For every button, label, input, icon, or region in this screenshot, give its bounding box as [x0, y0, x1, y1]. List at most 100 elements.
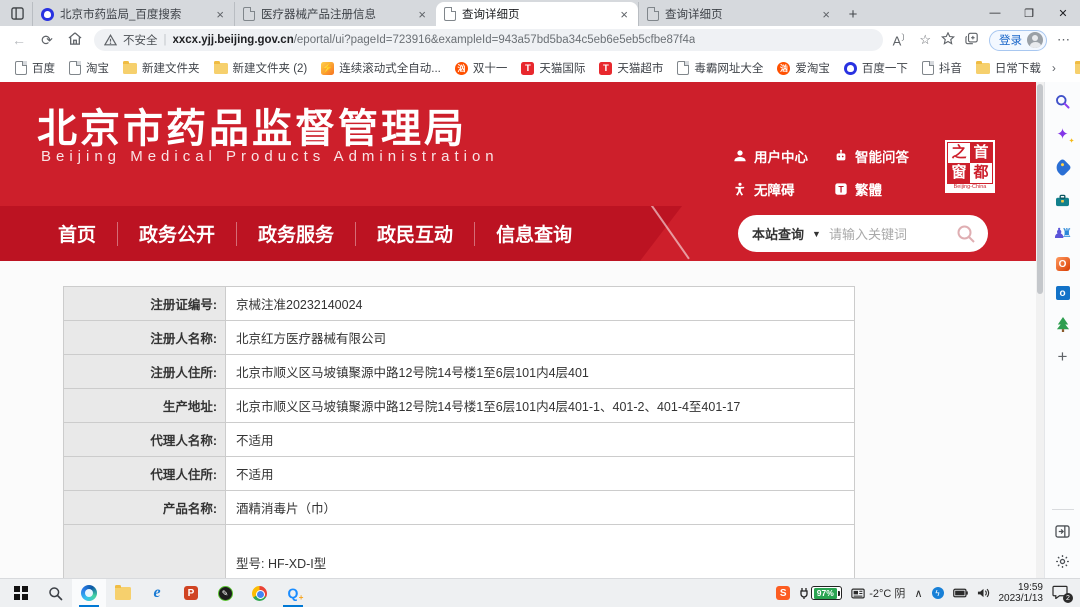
rail-bottom-group: [1045, 509, 1080, 578]
home-icon[interactable]: [66, 32, 84, 48]
hidden-icons-chevron[interactable]: ∧: [914, 587, 922, 600]
table-row-specs: 型号、规格/包装规格: 型号: HF-XD-I型 规格: 酒精消毒片: 2cm×…: [64, 525, 855, 579]
search-icon[interactable]: [956, 224, 976, 244]
games-icon[interactable]: ♟♜: [1054, 224, 1072, 242]
bookmark-folder-1[interactable]: 新建文件夹: [116, 60, 207, 76]
open-panel-icon[interactable]: [1054, 522, 1072, 540]
office-icon[interactable]: O: [1056, 257, 1070, 271]
taskbar-powerpoint-icon[interactable]: P: [174, 579, 208, 607]
tray-app-icon[interactable]: ϟ: [932, 587, 944, 599]
restore-button[interactable]: ❐: [1012, 0, 1046, 26]
read-aloud-icon[interactable]: A〕: [893, 32, 910, 48]
bookmark-duba[interactable]: 毒霸网址大全: [670, 60, 770, 76]
bookmark-douyin[interactable]: 抖音: [915, 60, 969, 76]
shopping-tag-icon[interactable]: [1054, 158, 1072, 176]
bookmark-daily-downloads[interactable]: 日常下载: [969, 60, 1048, 76]
logo-char: 都: [970, 163, 992, 183]
scrollbar-thumb[interactable]: [1037, 84, 1043, 294]
close-icon[interactable]: ×: [820, 7, 832, 22]
outlook-icon[interactable]: o: [1056, 286, 1070, 300]
bookmark-aitaobao[interactable]: 汹爱淘宝: [770, 60, 837, 76]
sign-in-button[interactable]: 登录: [989, 30, 1047, 51]
tab-actions-icon[interactable]: [6, 3, 28, 23]
page-icon: [69, 61, 81, 75]
taskbar-drawing-app-icon[interactable]: ✎: [208, 579, 242, 607]
battery-icon[interactable]: [953, 588, 968, 598]
weather-widget[interactable]: -2°C 阴: [851, 585, 905, 601]
taskbar-file-explorer-icon[interactable]: [106, 579, 140, 607]
bookmark-tmall-global[interactable]: T天猫国际: [514, 60, 592, 76]
tab-device-registration-info[interactable]: 医疗器械产品注册信息 ×: [234, 2, 436, 26]
security-label[interactable]: 不安全: [123, 32, 158, 48]
tab-baidu-search[interactable]: 北京市药监局_百度搜索 ×: [32, 2, 234, 26]
nav-gov-services[interactable]: 政务服务: [237, 220, 355, 247]
accessibility-link[interactable]: 无障碍: [733, 179, 808, 199]
quick-links: 用户中心 智能问答 无障碍 T 繁體: [733, 146, 909, 199]
bookmark-baidu-yixia[interactable]: 百度一下: [837, 60, 915, 76]
add-icon[interactable]: +: [1054, 348, 1072, 366]
weather-text: -2°C 阴: [869, 585, 905, 601]
tab-query-detail-2[interactable]: 查询详细页 ×: [638, 2, 840, 26]
taskbar-qq-browser-icon[interactable]: Q: [276, 579, 310, 607]
user-center-link[interactable]: 用户中心: [733, 146, 808, 166]
bookmark-double11[interactable]: 汹双十一: [448, 60, 515, 76]
minimize-button[interactable]: —: [978, 0, 1012, 26]
notification-count-badge: 2: [1063, 593, 1073, 603]
sogou-input-icon[interactable]: S: [776, 586, 790, 600]
volume-icon[interactable]: [977, 587, 990, 599]
row-value: 北京红方医疗器械有限公司: [226, 321, 855, 355]
close-icon[interactable]: ×: [214, 7, 226, 22]
url-text: xxcx.yjj.beijing.gov.cn/eportal/ui?pageI…: [173, 34, 696, 46]
nav-public-interaction[interactable]: 政民互动: [356, 220, 474, 247]
taskbar-internet-explorer-icon[interactable]: e: [140, 579, 174, 607]
tools-icon[interactable]: [1054, 191, 1072, 209]
close-window-button[interactable]: ✕: [1046, 0, 1080, 26]
refresh-icon[interactable]: ⟳: [38, 32, 56, 49]
taskbar-edge-icon[interactable]: [72, 579, 106, 607]
bookmark-scroll-app[interactable]: ⚡连续滚动式全自动...: [314, 60, 448, 76]
bookmark-tmall-market[interactable]: T天猫超市: [592, 60, 670, 76]
address-bar[interactable]: 不安全 | xxcx.yjj.beijing.gov.cn/eportal/ui…: [94, 29, 883, 51]
taskbar-chrome-icon[interactable]: [242, 579, 276, 607]
taskbar-clock[interactable]: 19:59 2023/1/13: [999, 582, 1044, 604]
site-search-box[interactable]: 本站查询 ▼ 请输入关键词: [738, 215, 988, 252]
battery-widget[interactable]: 97%: [799, 586, 842, 600]
favorites-star-icon[interactable]: ☆: [919, 32, 931, 48]
search-scope-select[interactable]: 本站查询: [752, 224, 804, 243]
settings-gear-icon[interactable]: [1054, 552, 1072, 570]
bookmark-baidu[interactable]: 百度: [8, 60, 62, 76]
table-row: 代理人名称: 不适用: [64, 423, 855, 457]
favorites-hub-icon[interactable]: [941, 32, 955, 48]
collections-icon[interactable]: [965, 32, 979, 48]
bookmarks-overflow-chevron[interactable]: ›: [1048, 61, 1060, 75]
taskbar-search-icon[interactable]: [38, 579, 72, 607]
traditional-chinese-link[interactable]: T 繁體: [834, 179, 909, 199]
page-scrollbar[interactable]: [1036, 82, 1044, 578]
close-icon[interactable]: ×: [618, 7, 630, 22]
site-search-input[interactable]: 请输入关键词: [829, 224, 948, 243]
new-tab-button[interactable]: +: [840, 2, 866, 26]
nav-info-query[interactable]: 信息查询: [475, 220, 593, 247]
bookmark-taobao[interactable]: 淘宝: [62, 60, 116, 76]
tab-title: 北京市药监局_百度搜索: [60, 6, 208, 22]
more-menu-icon[interactable]: ⋯: [1057, 32, 1070, 48]
nav-home[interactable]: 首页: [37, 220, 117, 247]
smart-qa-link[interactable]: 智能问答: [834, 146, 909, 166]
row-value: 酒精消毒片（巾）: [226, 491, 855, 525]
capital-window-logo[interactable]: 之 首 窗 都 Beijing-China: [945, 140, 995, 193]
close-icon[interactable]: ×: [416, 7, 428, 22]
start-button[interactable]: [4, 579, 38, 607]
chevron-down-icon[interactable]: ▼: [812, 229, 821, 239]
bookmark-folder-2[interactable]: 新建文件夹 (2): [207, 60, 315, 76]
msn-tree-icon[interactable]: [1054, 315, 1072, 333]
row-value: 型号: HF-XD-I型 规格: 酒精消毒片: 2cm×2cm、3cm×3cm、…: [226, 525, 855, 579]
tab-query-detail-active[interactable]: 查询详细页 ×: [436, 2, 638, 26]
nav-gov-affairs[interactable]: 政务公开: [118, 220, 236, 247]
search-icon[interactable]: [1054, 92, 1072, 110]
copilot-icon[interactable]: ✦: [1054, 125, 1072, 143]
tab-title: 查询详细页: [462, 6, 612, 22]
row-label: 代理人名称:: [64, 423, 226, 457]
other-favorites-folder[interactable]: 其他收藏夹: [1068, 60, 1080, 76]
action-center-icon[interactable]: 2: [1052, 585, 1070, 601]
back-icon[interactable]: ←: [10, 32, 28, 48]
